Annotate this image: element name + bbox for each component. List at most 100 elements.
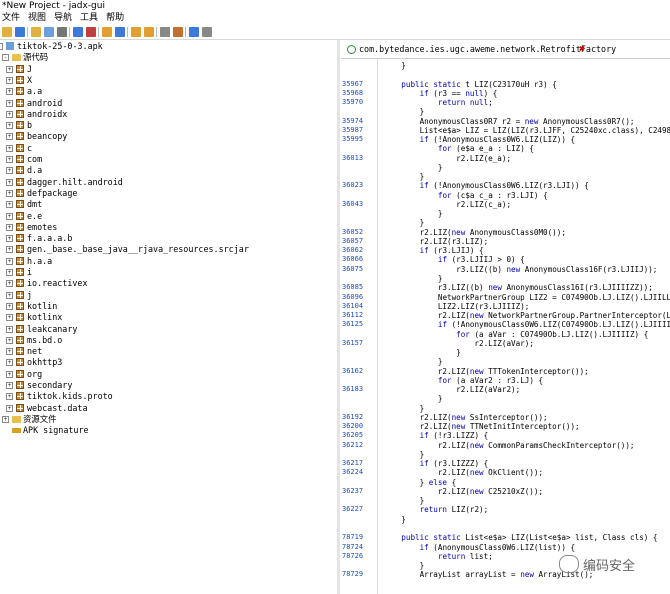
code-line: }	[383, 403, 425, 413]
line-number: 36125	[342, 320, 364, 329]
code-line: for (a aVar2 : r3.LJ) {	[437, 375, 544, 385]
package-icon	[16, 324, 24, 333]
line-number: 35968	[342, 88, 364, 97]
expand-icon[interactable]: +	[6, 404, 13, 412]
code-keyword: null	[465, 88, 484, 98]
collapse-icon[interactable]: -	[2, 54, 9, 62]
code-keyword: null	[469, 98, 489, 108]
expand-icon[interactable]: +	[6, 280, 13, 288]
tree-node-label: a.a	[27, 86, 43, 97]
tree-node-label: ms.bd.o	[27, 334, 63, 345]
package-icon	[16, 256, 24, 265]
package-icon	[16, 358, 24, 367]
menu-item-0[interactable]: 文件	[2, 13, 20, 23]
expand-icon[interactable]: +	[6, 348, 13, 356]
collapse-icon[interactable]: -	[0, 43, 3, 50]
tab-label: com.bytedance.ies.ugc.aweme.network.Retr…	[359, 44, 617, 54]
menu-item-1[interactable]: 视图	[28, 13, 46, 23]
expand-icon[interactable]: +	[6, 144, 13, 152]
expand-icon[interactable]: +	[6, 370, 13, 378]
code-keyword: static	[433, 533, 461, 543]
code-keyword: new	[451, 412, 466, 422]
back-icon[interactable]	[131, 27, 141, 37]
expand-icon[interactable]: +	[6, 167, 13, 175]
expand-icon[interactable]: +	[6, 269, 13, 276]
menu-item-2[interactable]: 导航	[54, 13, 72, 23]
expand-icon[interactable]: +	[6, 212, 13, 220]
save-icon[interactable]	[15, 27, 25, 37]
expand-icon[interactable]: +	[6, 189, 13, 197]
window-title: *New Project - jadx-gui	[0, 0, 670, 12]
expand-icon[interactable]: +	[6, 314, 13, 322]
copy-icon[interactable]	[44, 27, 54, 37]
class-icon	[347, 45, 356, 54]
line-number: 36237	[342, 486, 364, 495]
editor-tab-bar: com.bytedance.ies.ugc.aweme.network.Retr…	[341, 41, 670, 59]
home-icon[interactable]	[173, 27, 183, 37]
code-line: }	[383, 209, 443, 219]
expand-icon[interactable]: +	[6, 223, 13, 231]
code-line: return list;	[437, 551, 493, 561]
recent-icon[interactable]	[160, 27, 170, 37]
split-divider[interactable]	[337, 40, 340, 594]
expand-icon[interactable]: +	[6, 246, 13, 254]
log-icon[interactable]	[189, 27, 199, 37]
search-icon[interactable]	[86, 27, 96, 37]
tree-node-label: secondary	[27, 380, 73, 390]
code-line: }	[383, 107, 425, 117]
line-number: 36205	[342, 431, 364, 440]
tree-node-label: com	[27, 154, 43, 164]
forward-icon[interactable]	[144, 27, 154, 37]
expand-icon[interactable]: +	[6, 291, 13, 299]
expand-icon[interactable]: +	[6, 359, 13, 367]
class-search-icon[interactable]	[115, 27, 125, 37]
expand-icon[interactable]: +	[6, 235, 13, 243]
package-icon	[16, 132, 24, 141]
find-icon[interactable]	[102, 27, 112, 37]
package-icon	[16, 166, 24, 175]
menu-item-3[interactable]: 工具	[80, 13, 98, 23]
tree-node-label: APK signature	[23, 425, 89, 436]
flat-icon[interactable]	[73, 27, 83, 37]
code-line: r2.LIZ(new CommonParamsCheckInterceptor(…	[383, 440, 635, 450]
settings-icon[interactable]	[202, 27, 212, 37]
expand-icon[interactable]: +	[2, 415, 9, 423]
line-number: 36200	[342, 422, 364, 431]
expand-icon[interactable]: +	[6, 156, 13, 163]
code-keyword: public	[401, 79, 429, 89]
tree-node-label: i	[27, 267, 33, 277]
menu-item-4[interactable]: 帮助	[106, 13, 124, 23]
close-icon[interactable]: ✖	[579, 41, 585, 58]
expand-icon[interactable]: +	[6, 110, 13, 118]
expand-icon[interactable]: +	[6, 393, 13, 401]
code-line: r2.LIZ(new SsInterceptor());	[383, 412, 548, 422]
expand-icon[interactable]: +	[6, 201, 13, 209]
sync-icon[interactable]	[57, 27, 67, 37]
code-line: r2.LIZ(c_a);	[383, 199, 512, 209]
line-number: 35995	[342, 135, 364, 144]
editor-tab[interactable]: com.bytedance.ies.ugc.aweme.network.Retr…	[341, 41, 616, 58]
expand-icon[interactable]: +	[6, 336, 13, 344]
tree-node-label: gen._base._base_java__rjava_resources.sr…	[27, 244, 249, 255]
code-line: r2.LIZ(new TTNetInitInterceptor());	[383, 422, 580, 432]
code-keyword: if	[419, 181, 429, 191]
expand-icon[interactable]: +	[6, 76, 13, 84]
code-keyword: return	[437, 551, 466, 561]
expand-icon[interactable]: +	[6, 65, 13, 73]
code-editor[interactable]: } 35967 public static t LIZ(C23170uH r3) …	[341, 59, 670, 594]
expand-icon[interactable]: +	[6, 88, 13, 96]
expand-icon[interactable]: +	[6, 302, 13, 310]
expand-icon[interactable]: +	[6, 122, 13, 130]
expand-icon[interactable]: +	[6, 133, 13, 141]
expand-icon[interactable]: +	[6, 178, 13, 186]
code-keyword: if	[419, 431, 429, 441]
line-number: 35987	[342, 125, 364, 134]
open-icon[interactable]	[2, 27, 12, 37]
expand-icon[interactable]: +	[6, 99, 13, 107]
code-line: if (AnonymousClass0W6.LIZ(list)) {	[419, 542, 576, 552]
expand-icon[interactable]: +	[6, 382, 13, 389]
expand-icon[interactable]: +	[6, 257, 13, 265]
folder-icon[interactable]	[31, 27, 41, 37]
expand-icon[interactable]: +	[6, 325, 13, 333]
code-line: }	[383, 172, 425, 182]
